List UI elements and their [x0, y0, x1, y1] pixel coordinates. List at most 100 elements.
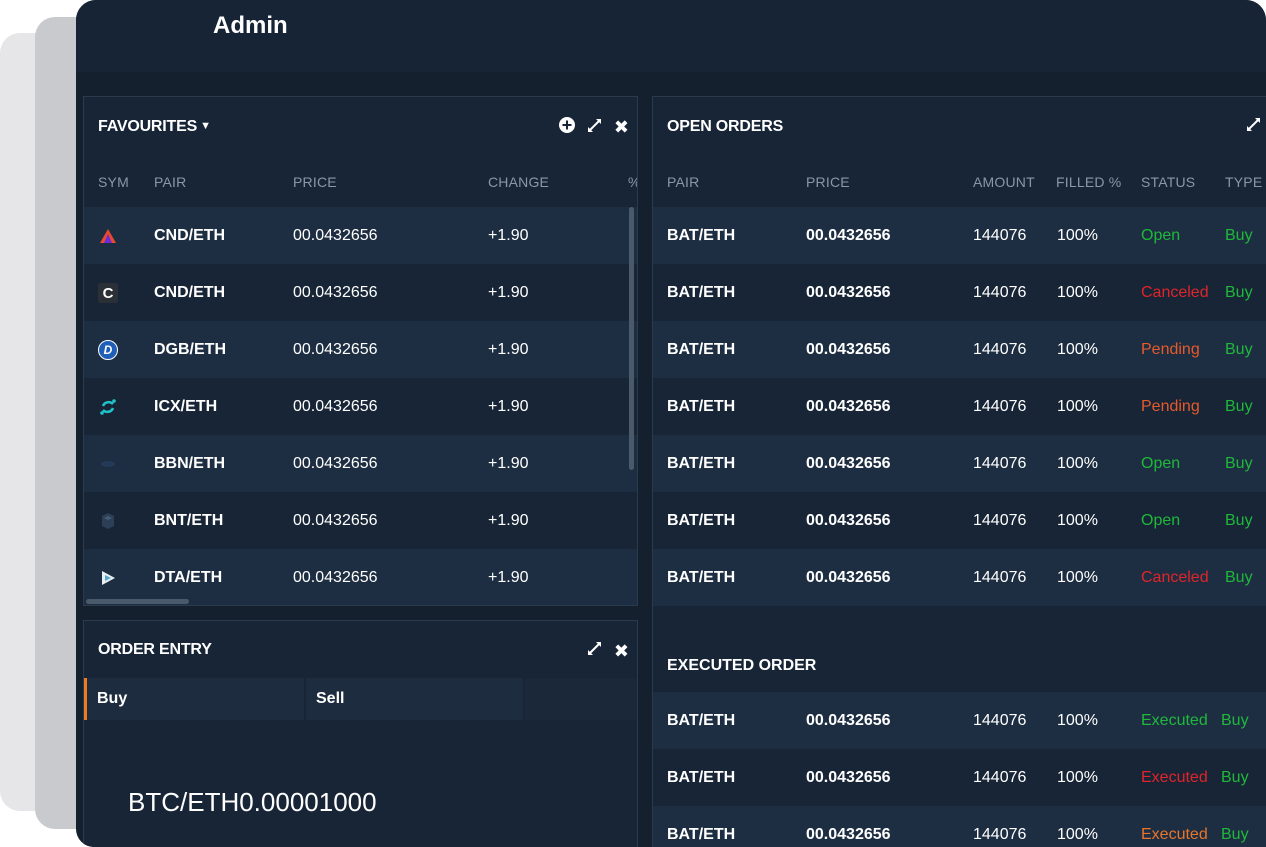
amount: 144076 [973, 455, 1027, 472]
amount: 144076 [973, 341, 1027, 358]
amount: 144076 [973, 398, 1027, 415]
pair: BAT/ETH [667, 769, 736, 786]
data-logo-icon [98, 568, 118, 588]
favourites-dropdown[interactable]: FAVOURITES ▼ [98, 118, 211, 136]
table-row[interactable]: BAT/ETH 00.0432656 144076 100% Open Buy [653, 435, 1266, 492]
open-orders-title: OPEN ORDERS [667, 118, 784, 135]
status-badge: Canceled [1141, 569, 1209, 586]
table-row[interactable]: BNT/ETH 00.0432656 +1.90 [84, 492, 637, 549]
table-row[interactable]: BAT/ETH 00.0432656 144076 100% Executed … [653, 806, 1266, 847]
triangle-logo-icon [98, 226, 118, 246]
caret-down-icon: ▼ [200, 120, 211, 132]
close-icon[interactable]: ✖ [614, 642, 629, 660]
table-row[interactable]: BAT/ETH 00.0432656 144076 100% Canceled … [653, 549, 1266, 606]
price: 00.0432656 [806, 227, 891, 244]
col-percent: % [628, 174, 637, 190]
table-row[interactable]: BAT/ETH 00.0432656 144076 100% Open Buy [653, 207, 1266, 264]
col-pair: PAIR [154, 174, 187, 190]
table-row[interactable]: ICX/ETH 00.0432656 +1.90 [84, 378, 637, 435]
price: 00.0432656 [806, 341, 891, 358]
expand-icon[interactable] [587, 641, 602, 660]
open-orders-header: OPEN ORDERS [653, 97, 1266, 153]
table-row[interactable]: D DGB/ETH 00.0432656 +1.90 [84, 321, 637, 378]
order-type: Buy [1221, 769, 1249, 786]
horizontal-scrollbar[interactable] [86, 599, 189, 604]
tab-buy[interactable]: Buy [84, 678, 304, 720]
amount: 144076 [973, 826, 1027, 843]
table-row[interactable]: BAT/ETH 00.0432656 144076 100% Executed … [653, 692, 1266, 749]
change: +1.90 [488, 569, 529, 586]
filled: 100% [1057, 227, 1098, 244]
col-type: TYPE [1225, 174, 1263, 190]
table-row[interactable]: DTA/ETH 00.0432656 +1.90 [84, 549, 637, 605]
pair: DGB/ETH [154, 341, 226, 358]
order-type: Buy [1225, 512, 1253, 529]
open-orders-panel: OPEN ORDERS PAIR PRICE AMOUNT FILLED % S… [652, 96, 1266, 847]
change: +1.90 [488, 512, 529, 529]
table-row[interactable]: C CND/ETH 00.0432656 +1.90 [84, 264, 637, 321]
price: 00.0432656 [293, 341, 378, 358]
price: 00.0432656 [293, 512, 378, 529]
table-row[interactable]: BAT/ETH 00.0432656 144076 100% Canceled … [653, 264, 1266, 321]
pair: CND/ETH [154, 227, 226, 244]
pair: BAT/ETH [667, 455, 736, 472]
change: +1.90 [488, 398, 529, 415]
pair: BAT/ETH [667, 826, 736, 843]
order-type: Buy [1221, 826, 1249, 843]
pair: BAT/ETH [667, 712, 736, 729]
table-row[interactable]: BAT/ETH 00.0432656 144076 100% Pending B… [653, 321, 1266, 378]
pair: BAT/ETH [667, 512, 736, 529]
price: 00.0432656 [806, 712, 891, 729]
amount: 144076 [973, 712, 1027, 729]
price: 00.0432656 [293, 227, 378, 244]
status-badge: Open [1141, 227, 1181, 244]
expand-icon[interactable] [1246, 117, 1261, 136]
vertical-scrollbar[interactable] [629, 207, 634, 470]
table-row[interactable]: BAT/ETH 00.0432656 144076 100% Executed … [653, 749, 1266, 806]
table-row[interactable]: BBN/ETH 00.0432656 +1.90 [84, 435, 637, 492]
c-logo-icon: C [98, 283, 118, 303]
status-badge: Executed [1141, 769, 1208, 786]
change: +1.90 [488, 341, 529, 358]
table-row[interactable]: BAT/ETH 00.0432656 144076 100% Open Buy [653, 492, 1266, 549]
pair: BAT/ETH [667, 341, 736, 358]
pair: BAT/ETH [667, 569, 736, 586]
close-icon[interactable]: ✖ [614, 118, 629, 136]
change: +1.90 [488, 284, 529, 301]
table-row[interactable]: CND/ETH 00.0432656 +1.90 [84, 207, 637, 264]
status-badge: Open [1141, 512, 1181, 529]
pair: BAT/ETH [667, 227, 736, 244]
add-circle-icon[interactable] [558, 117, 575, 137]
tab-empty [525, 678, 637, 720]
order-type: Buy [1225, 227, 1253, 244]
order-type: Buy [1225, 455, 1253, 472]
filled: 100% [1057, 512, 1098, 529]
order-entry-header: ORDER ENTRY ✖ [84, 621, 637, 677]
order-type: Buy [1225, 284, 1253, 301]
price: 00.0432656 [293, 284, 378, 301]
top-bar: Admin [76, 0, 1266, 72]
bbn-logo-icon [98, 454, 118, 474]
pair-price-display: BTC/ETH0.00001000 [128, 787, 377, 817]
amount: 144076 [973, 569, 1027, 586]
expand-icon[interactable] [587, 118, 602, 137]
table-row[interactable]: BAT/ETH 00.0432656 144076 100% Pending B… [653, 378, 1266, 435]
amount: 144076 [973, 227, 1027, 244]
pair: BBN/ETH [154, 455, 226, 472]
col-change: CHANGE [488, 174, 550, 190]
status-badge: Canceled [1141, 284, 1209, 301]
filled: 100% [1057, 398, 1098, 415]
price: 00.0432656 [806, 769, 891, 786]
price: 00.0432656 [806, 284, 891, 301]
col-status: STATUS [1141, 174, 1196, 190]
status-badge: Pending [1141, 341, 1200, 358]
digibyte-logo-icon: D [98, 340, 118, 360]
favourites-header: FAVOURITES ▼ ✖ [84, 97, 637, 153]
col-amount: AMOUNT [973, 174, 1035, 190]
app-title: Admin [213, 12, 288, 39]
open-orders-header-icons [1246, 117, 1261, 136]
col-pair: PAIR [667, 174, 700, 190]
tab-sell[interactable]: Sell [306, 678, 523, 720]
status-badge: Open [1141, 455, 1181, 472]
status-badge: Pending [1141, 398, 1200, 415]
